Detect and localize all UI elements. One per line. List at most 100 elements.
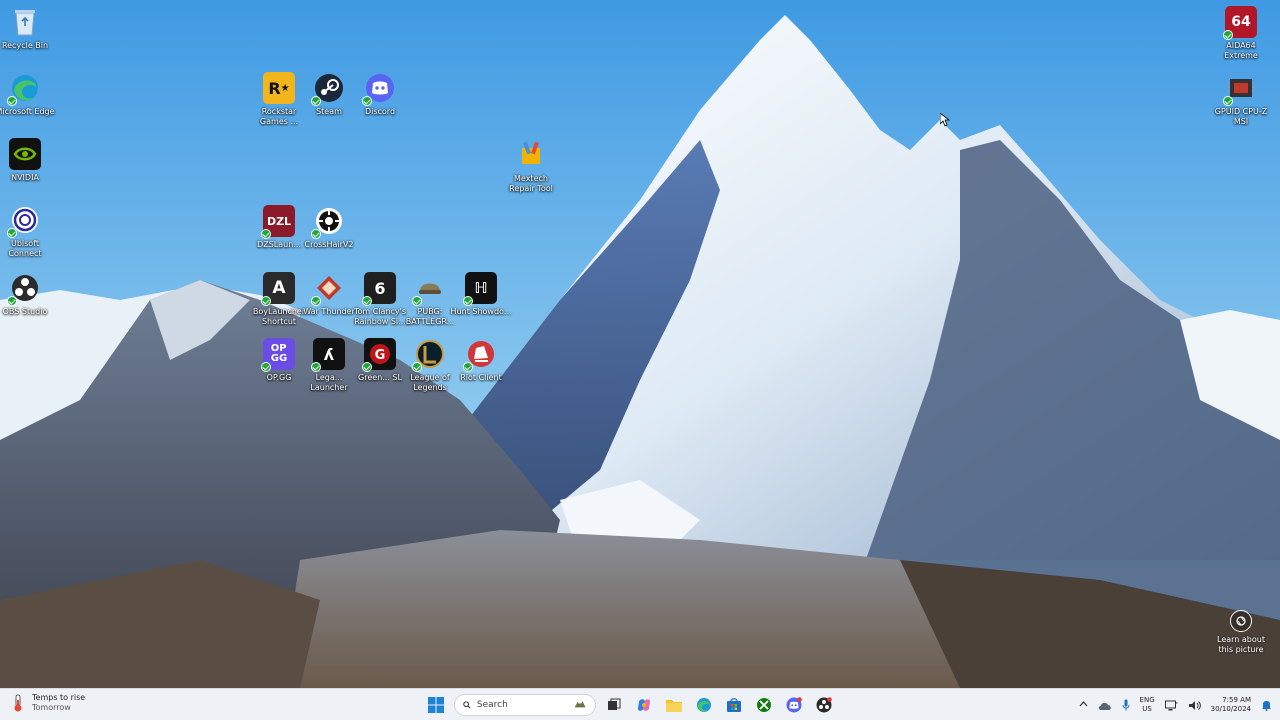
task-view-button[interactable] [602, 693, 626, 717]
desktop-icon-pubg[interactable]: PUBG: BATTLEGR... [402, 272, 458, 327]
taskbar-search[interactable] [454, 694, 596, 716]
desktop-icon-discord[interactable]: Discord [352, 72, 408, 117]
xbox-button[interactable] [752, 693, 776, 717]
language-indicator[interactable]: ENG US [1140, 696, 1155, 714]
riot-client-icon [463, 338, 497, 372]
edge-icon [697, 698, 711, 712]
system-tray: ENG US 7:59 AM 30/10/2024 [1079, 692, 1272, 718]
dzsl-icon: DZL [261, 205, 295, 239]
rockstar-icon: R ★ [263, 72, 295, 104]
thermometer-icon [10, 694, 26, 712]
clock-date: 30/10/2024 [1210, 705, 1251, 713]
desktop-icon-ubisoft-connect[interactable]: Ubisoft Connect [0, 204, 53, 259]
desktop-icon-label: AIDA64 Extreme [1224, 41, 1258, 60]
discord-taskbar-button[interactable] [782, 693, 806, 717]
desktop-icon-label: OBS Studio [2, 307, 48, 316]
desktop-wallpaper [0, 0, 1280, 688]
desktop-icon-nvidia[interactable]: NVIDIA [0, 138, 53, 183]
obs-icon [7, 272, 41, 306]
ubisoft-icon [7, 204, 41, 238]
copilot-icon [637, 699, 651, 711]
taskbar-apps [424, 692, 836, 718]
rainbow-six-icon: 6 [362, 272, 396, 306]
search-input[interactable] [476, 700, 567, 710]
learn-about-picture-label: Learn about this picture [1217, 635, 1265, 654]
language-code: ENG [1139, 696, 1155, 704]
search-icon [463, 701, 471, 709]
xbox-icon [757, 698, 771, 712]
crosshair-icon [311, 205, 345, 239]
recycle-bin-icon [9, 6, 41, 38]
desktop-icon-mextech-repair-tool[interactable]: Mextech Repair Tool [503, 139, 559, 194]
league-icon [412, 338, 446, 372]
greenlight-icon: G [362, 338, 396, 372]
desktop-icon-legacy-launcher[interactable]: ʎ Lega... Launcher [301, 338, 357, 393]
clock-time: 7:59 AM [1222, 696, 1251, 704]
svg-text:G: G [375, 348, 386, 363]
desktop-icon-microsoft-edge[interactable]: Microsoft Edge [0, 72, 55, 117]
desktop-icon-crosshairv2[interactable]: CrossHairV2 [301, 205, 357, 250]
desktop-icon-label: Hunt Showdo... [450, 307, 512, 316]
show-hidden-icons-chevron-icon[interactable] [1079, 700, 1088, 710]
discord-icon [786, 697, 802, 713]
network-icon[interactable] [1164, 696, 1178, 715]
store-icon [727, 698, 741, 712]
desktop-icon-aida64[interactable]: 64 AIDA64 Extreme [1213, 6, 1269, 61]
folder-icon [666, 700, 682, 712]
store-button[interactable] [722, 693, 746, 717]
desktop-icon-label: Discord [364, 107, 396, 116]
opgg-icon: OP GG [261, 338, 295, 372]
repair-tool-icon [515, 139, 547, 171]
edge-icon [7, 72, 41, 106]
mountain-wallpaper-image [0, 0, 1280, 688]
desktop-icon-label: CrossHairV2 [304, 240, 354, 249]
desktop-icon-label: Mextech Repair Tool [509, 174, 553, 193]
desktop-icon-label: NVIDIA [11, 173, 39, 182]
obs-icon [816, 697, 832, 713]
desktop-icon-obs-studio[interactable]: OBS Studio [0, 272, 53, 317]
pubg-icon [412, 272, 446, 306]
weather-subtitle: Tomorrow [32, 703, 71, 712]
nvidia-icon [9, 138, 41, 170]
aida64-icon: 64 [1223, 6, 1257, 40]
weather-widget[interactable]: Temps to rise Tomorrow [10, 693, 85, 713]
task-view-icon [608, 698, 621, 710]
desktop-icon-label: GPUID CPU-Z MSI [1214, 107, 1268, 126]
keyboard-layout: US [1142, 705, 1152, 713]
launcher-icon: A [261, 272, 295, 306]
desktop-icon-rockstar-games[interactable]: R ★ Rockstar Games ... [251, 72, 307, 127]
desktop-icon-label: Microsoft Edge [0, 107, 55, 116]
volume-icon[interactable] [1188, 696, 1201, 715]
desktop-icon-label: Riot Client [460, 373, 502, 382]
obs-taskbar-button[interactable] [812, 693, 836, 717]
start-button[interactable] [424, 693, 448, 717]
windows-icon [428, 697, 444, 713]
weather-title: Temps to rise [32, 693, 86, 702]
cpuz-icon [1223, 72, 1257, 106]
desktop-icon-recycle-bin[interactable]: Recycle Bin [0, 6, 53, 51]
notification-bell-icon[interactable] [1261, 696, 1272, 715]
desktop-icon-boylauncher[interactable]: A BoyLauncher Shortcut [251, 272, 307, 327]
legacy-launcher-icon: ʎ [311, 338, 345, 372]
microphone-icon[interactable] [1122, 696, 1130, 715]
onedrive-icon[interactable] [1098, 696, 1112, 715]
edge-taskbar-button[interactable] [692, 693, 716, 717]
steam-icon [311, 72, 345, 106]
desktop-icon-hunt-showdown[interactable]: ℍ Hunt Showdo... [450, 272, 512, 317]
copilot-button[interactable] [632, 693, 656, 717]
learn-about-picture-button[interactable]: Learn about this picture [1212, 610, 1270, 655]
desktop-icon-league-of-legends[interactable]: League of Legends [402, 338, 458, 393]
mouse-cursor-icon [939, 112, 951, 131]
discord-icon [362, 72, 396, 106]
search-highlight-icon [574, 701, 586, 708]
desktop-icon-label: Ubisoft Connect [8, 239, 42, 258]
war-thunder-icon [311, 272, 345, 306]
hunt-icon: ℍ [463, 272, 497, 306]
clock[interactable]: 7:59 AM 30/10/2024 [1211, 696, 1251, 714]
desktop-icon-riot-client[interactable]: Riot Client [453, 338, 509, 383]
camera-icon [1230, 610, 1252, 632]
taskbar: Temps to rise Tomorrow Search ENG US 7:5… [0, 688, 1280, 720]
desktop-icon-cpuz[interactable]: GPUID CPU-Z MSI [1213, 72, 1269, 127]
file-explorer-button[interactable] [662, 693, 686, 717]
desktop-icon-label: Recycle Bin [1, 41, 49, 50]
